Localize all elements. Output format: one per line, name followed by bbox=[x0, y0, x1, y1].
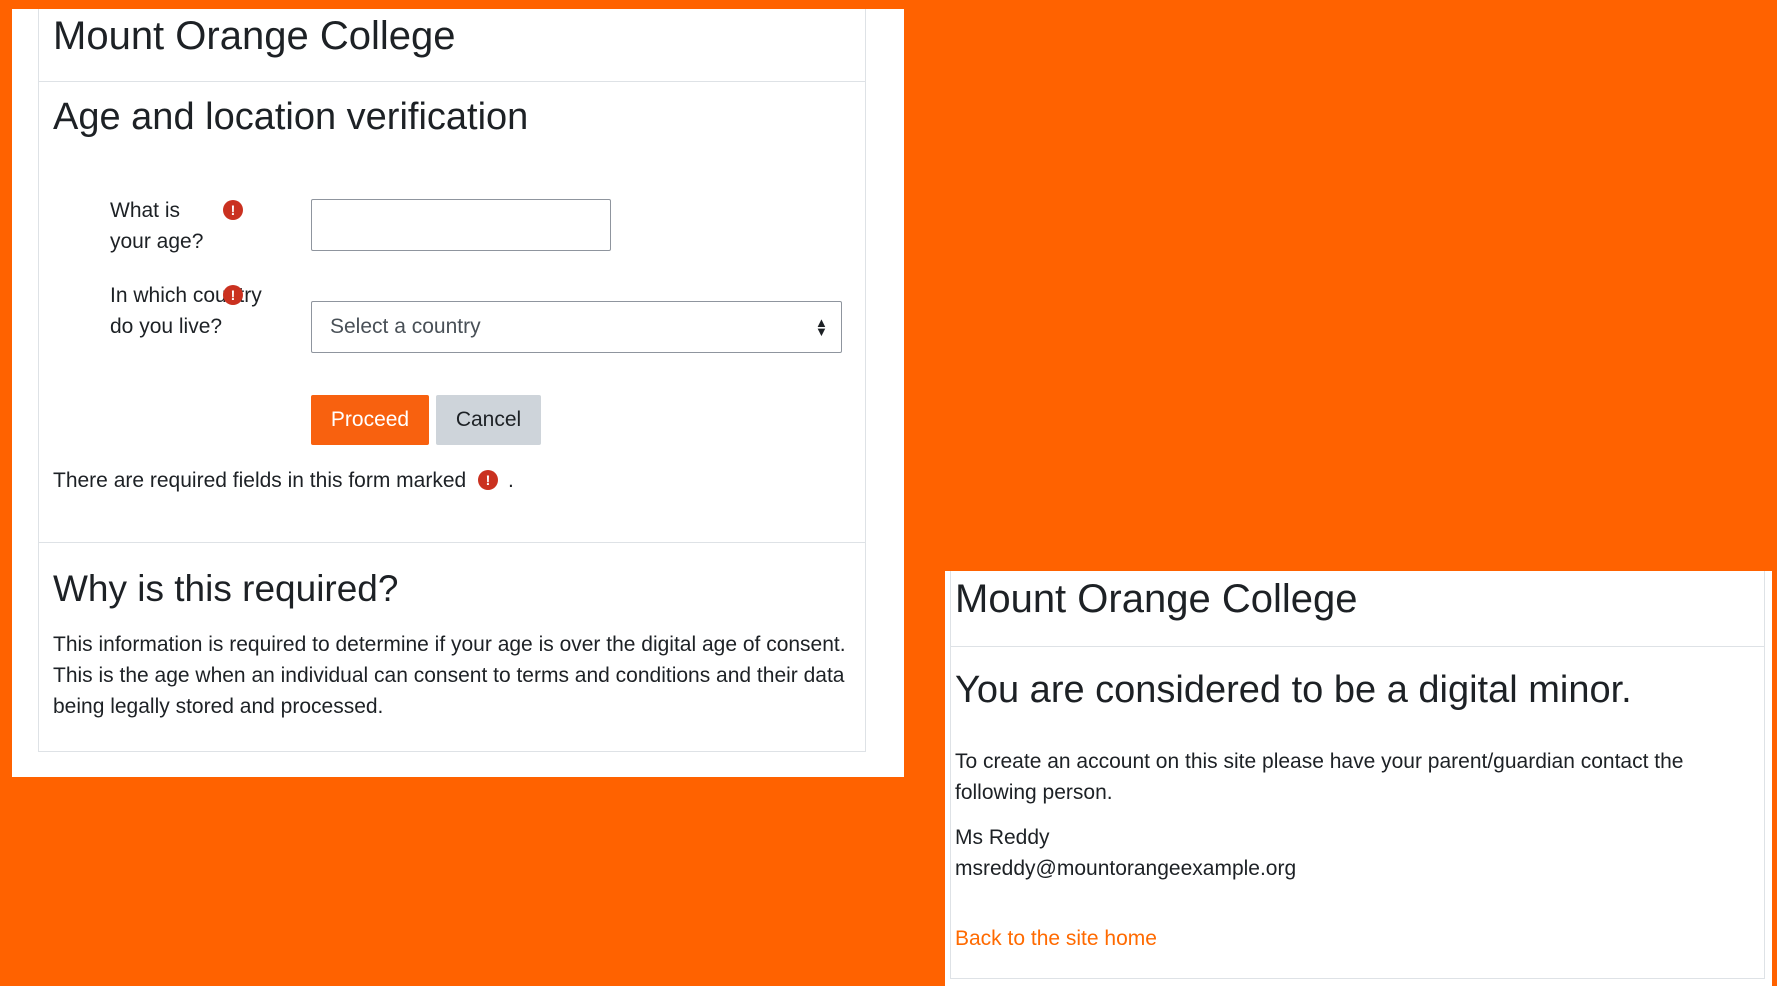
country-label: In which country do you live? bbox=[110, 284, 262, 338]
proceed-button[interactable]: Proceed bbox=[311, 395, 429, 445]
contact-email: msreddy@mountorangeexample.org bbox=[955, 857, 1297, 880]
page-heading: You are considered to be a digital minor… bbox=[955, 669, 1632, 711]
required-note: There are required fields in this form m… bbox=[53, 465, 514, 496]
page-heading: Age and location verification bbox=[53, 96, 529, 138]
country-select-value: Select a country bbox=[330, 315, 481, 338]
digital-minor-panel: Mount Orange College You are considered … bbox=[945, 571, 1772, 986]
site-title: Mount Orange College bbox=[53, 14, 456, 58]
required-note-end: . bbox=[508, 469, 514, 492]
sort-arrows-icon: ▲ ▼ bbox=[815, 315, 828, 339]
exclamation-circle-icon: ! bbox=[478, 470, 499, 490]
age-label: What is your age? bbox=[110, 199, 204, 253]
exclamation-circle-icon: ! bbox=[223, 285, 243, 305]
section-divider bbox=[39, 542, 865, 543]
required-note-text: There are required fields in this form m… bbox=[53, 469, 467, 492]
exclamation-circle-icon: ! bbox=[223, 200, 243, 220]
why-heading: Why is this required? bbox=[53, 568, 399, 609]
verification-card: Mount Orange College Age and location ve… bbox=[38, 9, 866, 752]
digital-minor-card: Mount Orange College You are considered … bbox=[950, 571, 1765, 979]
site-title: Mount Orange College bbox=[955, 577, 1358, 621]
back-home-link[interactable]: Back to the site home bbox=[955, 927, 1157, 951]
minor-message: To create an account on this site please… bbox=[955, 750, 1684, 804]
header-divider bbox=[39, 81, 865, 82]
contact-name: Ms Reddy bbox=[955, 826, 1050, 849]
header-divider bbox=[951, 646, 1764, 647]
why-text: This information is required to determin… bbox=[53, 633, 846, 718]
age-input[interactable] bbox=[311, 199, 611, 251]
cancel-button[interactable]: Cancel bbox=[436, 395, 541, 445]
verification-panel: Mount Orange College Age and location ve… bbox=[12, 9, 904, 777]
country-select[interactable]: Select a country ▲ ▼ bbox=[311, 301, 842, 353]
